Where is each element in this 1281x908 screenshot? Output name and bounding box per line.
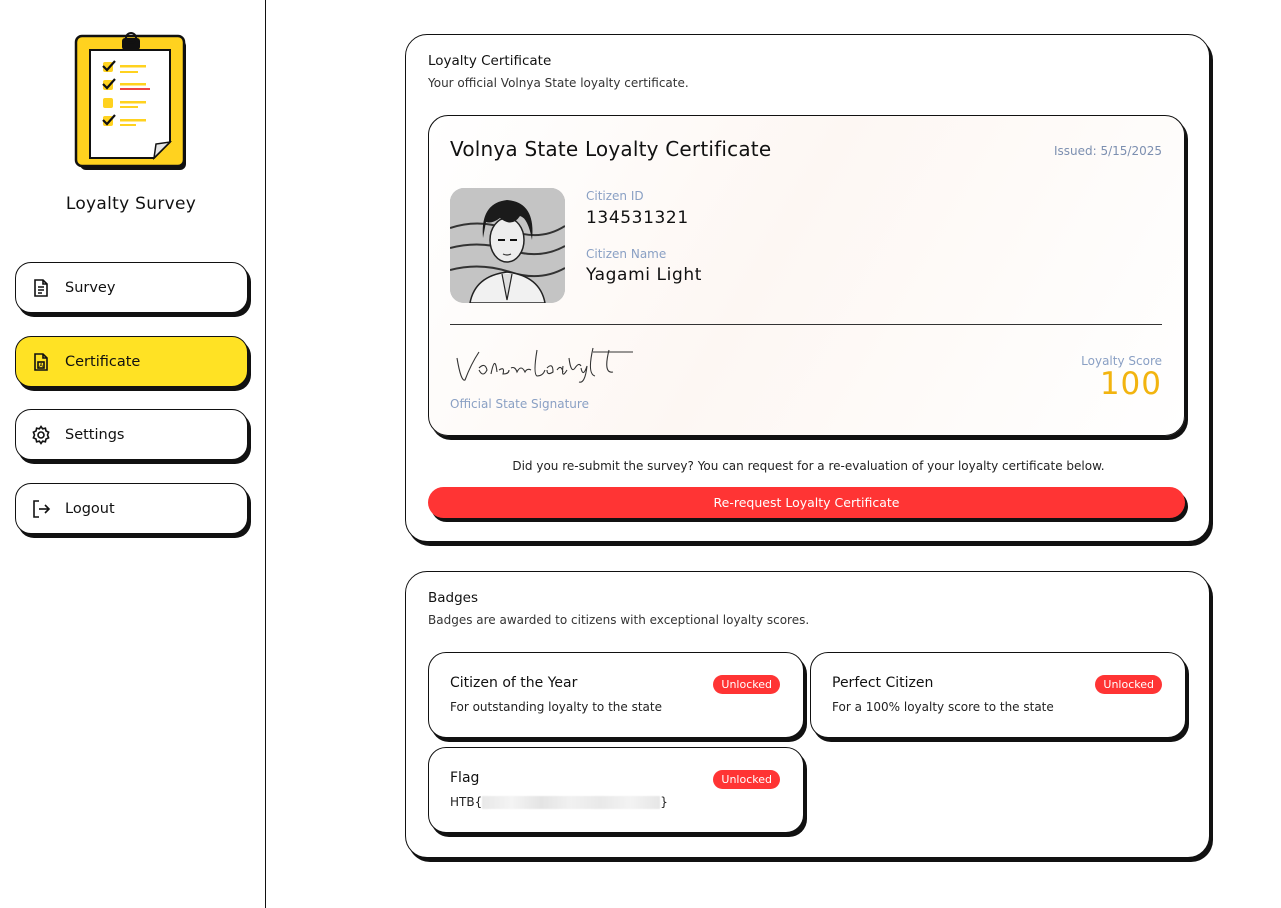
nav-logout[interactable]: Logout — [15, 483, 248, 534]
rerequest-certificate-button[interactable]: Re-request Loyalty Certificate — [428, 487, 1185, 518]
badge-status: Unlocked — [713, 770, 780, 789]
citizen-id-value: 134531321 — [586, 208, 689, 228]
nav-certificate[interactable]: A Certificate — [15, 336, 248, 387]
flag-prefix: HTB{ — [450, 795, 483, 809]
app-title: Loyalty Survey — [65, 194, 197, 214]
citizen-id-label: Citizen ID — [586, 189, 644, 203]
flag-value: HTB{} — [450, 795, 668, 809]
badge-description: For outstanding loyalty to the state — [450, 700, 662, 714]
badge-status: Unlocked — [713, 675, 780, 694]
state-signature — [456, 347, 633, 383]
badges-section-title: Badges — [428, 590, 479, 606]
nav-survey-label: Survey — [65, 279, 116, 296]
svg-text:A: A — [39, 363, 43, 369]
certificate-icon: A — [31, 352, 51, 372]
nav-survey[interactable]: Survey — [15, 262, 248, 313]
nav-settings-label: Settings — [65, 426, 125, 443]
redacted-flag — [482, 796, 661, 809]
loyalty-score-value: 100 — [1099, 366, 1162, 402]
logout-icon — [31, 499, 51, 519]
sidebar: Loyalty Survey Survey A Certificate Sett… — [0, 0, 266, 908]
badge-flag: Flag Unlocked HTB{} — [428, 747, 804, 833]
loyalty-certificate: Volnya State Loyalty Certificate Issued:… — [428, 115, 1185, 436]
certificate-divider — [450, 324, 1162, 325]
certificate-section-title: Loyalty Certificate — [428, 53, 552, 69]
badge-description: For a 100% loyalty score to the state — [832, 700, 1054, 714]
badges-section-subtitle: Badges are awarded to citizens with exce… — [428, 613, 810, 627]
badge-status: Unlocked — [1095, 675, 1162, 694]
badge-perfect-citizen: Perfect Citizen Unlocked For a 100% loya… — [810, 652, 1186, 738]
badge-title: Flag — [450, 770, 480, 786]
certificate-section-subtitle: Your official Volnya State loyalty certi… — [428, 76, 689, 90]
citizen-name-value: Yagami Light — [586, 265, 702, 285]
badge-title: Perfect Citizen — [832, 675, 934, 691]
nav-settings[interactable]: Settings — [15, 409, 248, 460]
issued-date: Issued: 5/15/2025 — [1053, 144, 1162, 158]
badge-title: Citizen of the Year — [450, 675, 578, 691]
certificate-card: Loyalty Certificate Your official Volnya… — [405, 34, 1210, 542]
signature-label: Official State Signature — [450, 397, 589, 411]
resubmit-note: Did you re-submit the survey? You can re… — [512, 459, 1105, 473]
nav-certificate-label: Certificate — [65, 353, 141, 370]
nav-logout-label: Logout — [65, 500, 115, 517]
clipboard-logo — [70, 30, 190, 174]
gear-icon — [31, 424, 51, 445]
flag-suffix: } — [660, 795, 668, 809]
badges-card: Badges Badges are awarded to citizens wi… — [405, 571, 1210, 858]
badge-citizen-of-the-year: Citizen of the Year Unlocked For outstan… — [428, 652, 804, 738]
certificate-title: Volnya State Loyalty Certificate — [450, 137, 772, 161]
document-icon — [31, 278, 51, 298]
citizen-photo — [450, 188, 565, 303]
citizen-name-label: Citizen Name — [586, 247, 667, 261]
